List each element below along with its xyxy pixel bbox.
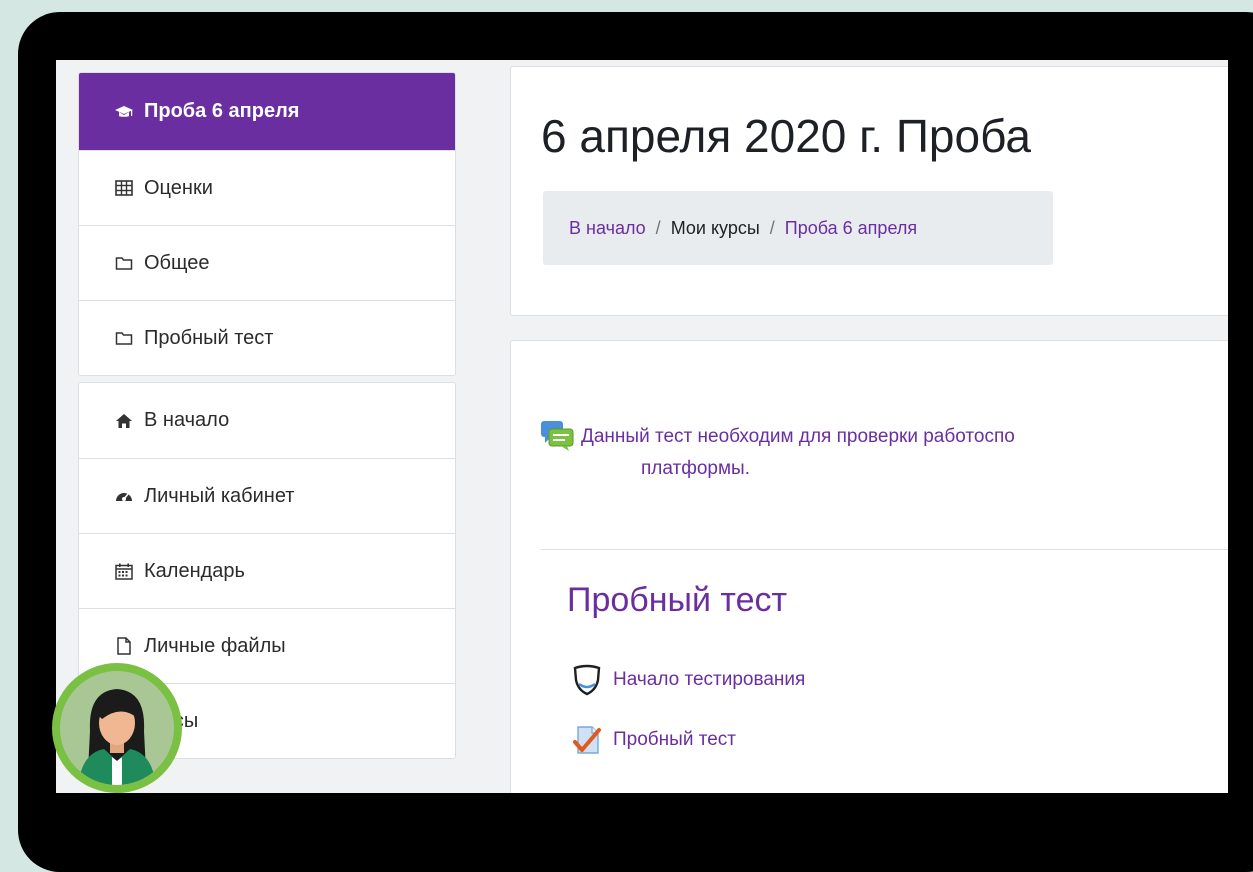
breadcrumb-separator: / <box>769 217 775 238</box>
forum-link-text: Данный тест необходим для проверки работ… <box>581 426 1015 447</box>
nav-item-label: Личный кабинет <box>144 484 295 507</box>
person-avatar-icon <box>60 671 174 785</box>
section-title: Пробный тест <box>567 581 788 619</box>
activity-start-testing[interactable]: Начало тестирования <box>569 663 805 697</box>
file-icon <box>112 637 136 655</box>
activity-trial-quiz[interactable]: Пробный тест <box>569 723 736 757</box>
shield-icon <box>569 663 605 697</box>
nav-item-course[interactable]: Проба 6 апреля <box>79 73 455 150</box>
nav-item-label: Календарь <box>144 559 245 582</box>
nav-item-label: Оценки <box>144 176 213 199</box>
nav-item-label: В начало <box>144 409 230 431</box>
page-title: 6 апреля 2020 г. Проба <box>541 110 1031 162</box>
nav-item-home[interactable]: В начало <box>79 383 455 458</box>
course-nav-group: Проба 6 апреля Оценки Общее Пробный тест <box>78 72 456 376</box>
breadcrumb-my-courses: Мои курсы <box>670 217 760 238</box>
nav-item-general[interactable]: Общее <box>79 225 455 300</box>
nav-item-grades[interactable]: Оценки <box>79 150 455 225</box>
breadcrumb-separator: / <box>655 217 661 238</box>
activity-label: Пробный тест <box>613 729 736 750</box>
nav-item-label: Общее <box>144 251 210 274</box>
folder-icon <box>112 255 136 271</box>
graduation-cap-icon <box>112 104 136 120</box>
forum-icon <box>539 419 575 458</box>
section-divider <box>541 549 1228 550</box>
browser-viewport: Проба 6 апреля Оценки Общее Пробный тест <box>56 60 1228 793</box>
breadcrumb-current-course-link[interactable]: Проба 6 апреля <box>785 218 917 239</box>
activity-label: Начало тестирования <box>613 669 806 690</box>
forum-link[interactable]: Данный тест необходим для проверки работ… <box>571 421 1015 485</box>
nav-item-label: Проба 6 апреля <box>144 100 300 122</box>
navigation-drawer: Проба 6 апреля Оценки Общее Пробный тест <box>78 72 456 765</box>
dashboard-icon <box>112 488 136 504</box>
nav-item-label: Пробный тест <box>144 326 274 349</box>
nav-item-label: Личные файлы <box>144 634 286 657</box>
avatar <box>52 663 182 793</box>
quiz-icon <box>569 723 605 757</box>
table-icon <box>112 180 136 196</box>
course-content: Данный тест необходим для проверки работ… <box>510 340 1228 793</box>
forum-link-text-continued: платформы. <box>641 458 750 479</box>
home-icon <box>112 413 136 429</box>
calendar-icon <box>112 563 136 580</box>
nav-item-calendar[interactable]: Календарь <box>79 533 455 608</box>
breadcrumb: В начало / Мои курсы / Проба 6 апреля <box>543 191 1053 265</box>
nav-item-dashboard[interactable]: Личный кабинет <box>79 458 455 533</box>
page-header: 6 апреля 2020 г. Проба В начало / Мои ку… <box>510 66 1228 316</box>
nav-item-trial-test[interactable]: Пробный тест <box>79 300 455 375</box>
breadcrumb-home-link[interactable]: В начало <box>569 218 646 239</box>
folder-icon <box>112 330 136 346</box>
